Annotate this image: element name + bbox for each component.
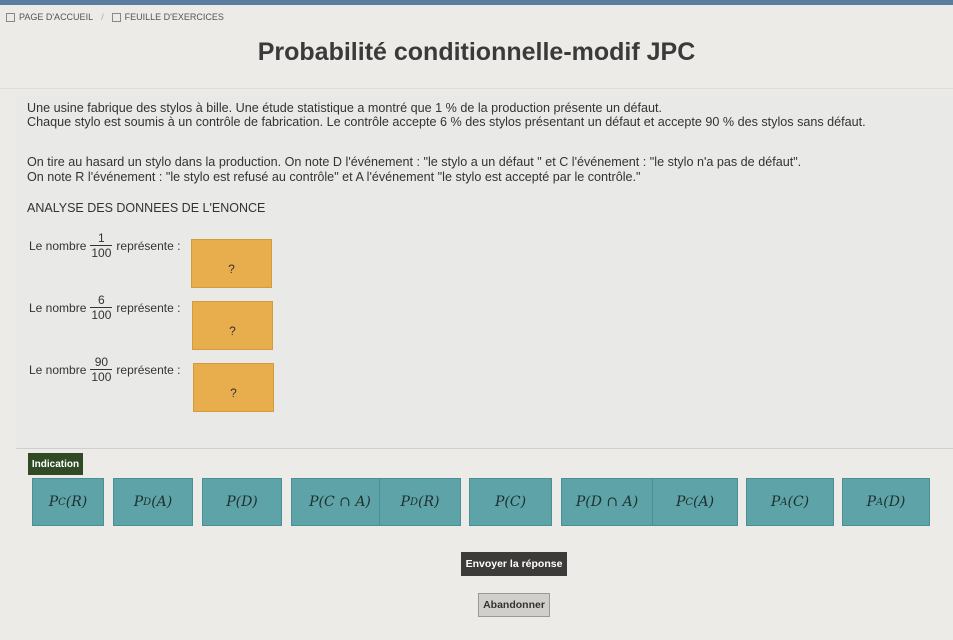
page-title: Probabilité conditionnelle-modif JPC [257, 38, 696, 66]
question-prefix: Le nombre [29, 238, 87, 253]
exercise-sheet-icon [111, 12, 121, 22]
exercise-panel [16, 96, 953, 449]
choice-tile[interactable]: P D (R) [379, 478, 461, 526]
question-row-1: Le nombre 1 100 représente : [29, 231, 180, 260]
question-suffix: représente : [116, 300, 181, 315]
fraction-denominator: 100 [90, 369, 113, 384]
statement-line-1: Une usine fabrique des stylos à bille. U… [27, 101, 662, 115]
submit-answer-button[interactable]: Envoyer la réponse [461, 552, 567, 576]
indication-button[interactable]: Indication [28, 453, 83, 475]
answer-drop-zone-1[interactable]: ? [191, 239, 272, 288]
section-title: ANALYSE DES DONNEES DE L'ENONCE [27, 201, 266, 215]
choice-tiles: P C (R) P D (A) P(D) P(C ∩ A) P D (R) P(C) P(D… [32, 478, 932, 528]
choice-tile[interactable]: P D (A) [113, 478, 193, 526]
title-divider [0, 88, 953, 89]
abandon-button[interactable]: Abandonner [478, 593, 550, 617]
fraction-numerator: 90 [94, 355, 109, 369]
question-suffix: représente : [116, 238, 181, 253]
fraction: 90 100 [90, 355, 113, 384]
fraction-denominator: 100 [90, 307, 113, 322]
question-row-2: Le nombre 6 100 représente : [29, 293, 180, 322]
choice-tile[interactable]: P(C ∩ A) [291, 478, 389, 526]
question-row-3: Le nombre 90 100 représente : [29, 355, 180, 384]
breadcrumb-separator: / [101, 12, 104, 22]
statement-line-2: Chaque stylo est soumis à un contrôle de… [27, 115, 866, 129]
choice-tile[interactable]: P(C) [469, 478, 552, 526]
question-suffix: représente : [116, 362, 181, 377]
choice-tile[interactable]: P C (A) [652, 478, 738, 526]
breadcrumb-home-link[interactable]: PAGE D'ACCUEIL [19, 12, 93, 22]
fraction-denominator: 100 [90, 245, 113, 260]
choice-tile[interactable]: P(D ∩ A) [561, 478, 653, 526]
breadcrumb: PAGE D'ACCUEIL / FEUILLE D'EXERCICES [6, 12, 224, 22]
statement-line-4: On note R l'événement : "le stylo est re… [27, 170, 641, 184]
statement-line-3: On tire au hasard un stylo dans la produ… [27, 155, 802, 169]
breadcrumb-exercises-link[interactable]: FEUILLE D'EXERCICES [125, 12, 224, 22]
choice-tile[interactable]: P A (C) [746, 478, 834, 526]
answer-drop-zone-2[interactable]: ? [192, 301, 273, 350]
fraction: 6 100 [90, 293, 113, 322]
choice-tile[interactable]: P(D) [202, 478, 282, 526]
choice-tile[interactable]: P C (R) [32, 478, 104, 526]
choice-tile[interactable]: P A (D) [842, 478, 930, 526]
fraction-numerator: 1 [98, 231, 105, 245]
question-prefix: Le nombre [29, 300, 87, 315]
answer-drop-zone-3[interactable]: ? [193, 363, 274, 412]
fraction: 1 100 [90, 231, 113, 260]
home-icon [6, 12, 15, 22]
top-bar [0, 0, 953, 5]
fraction-numerator: 6 [98, 293, 105, 307]
question-prefix: Le nombre [29, 362, 87, 377]
